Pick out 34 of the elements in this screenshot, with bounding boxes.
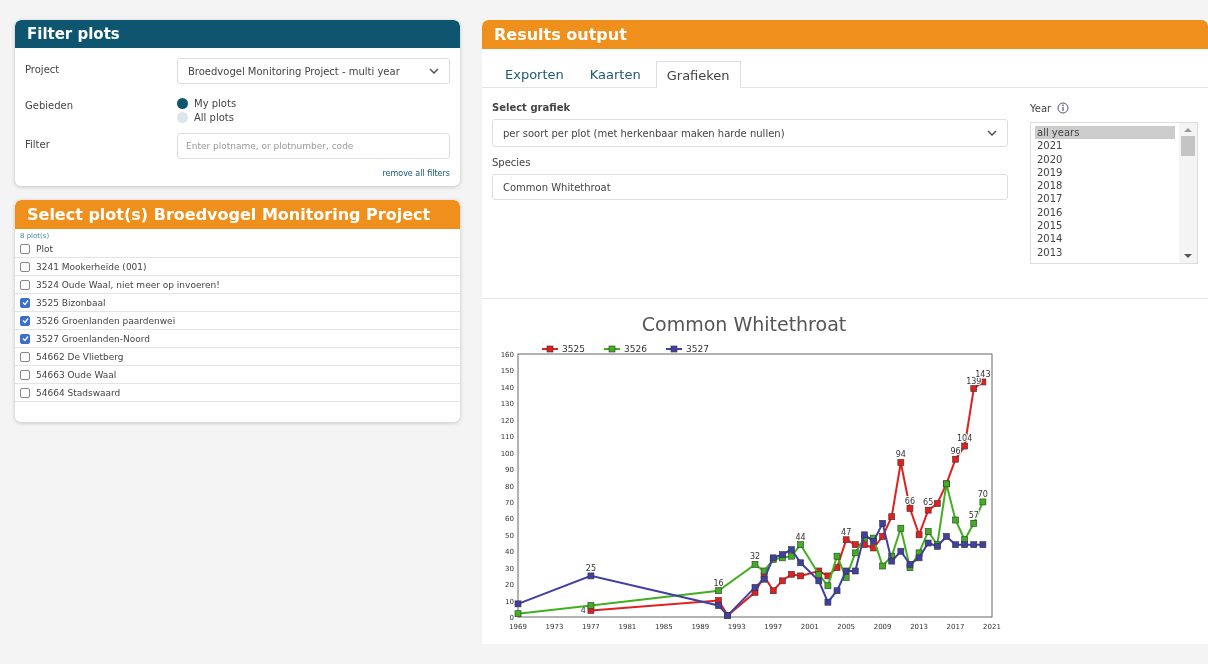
legend-label: 3526 [624, 344, 647, 354]
chart-title: Common Whitethroat [641, 313, 847, 335]
data-label: 25 [585, 563, 596, 573]
field-label: Select grafiek [492, 102, 572, 113]
field-label: Project [25, 63, 61, 75]
data-label: 70 [977, 489, 988, 499]
radio-label: My plots [194, 98, 237, 109]
plot-name: 54664 Stadswaard [36, 387, 121, 398]
field-label: Species [492, 157, 532, 168]
plot-name: 3526 Groenlanden paardenwei [36, 315, 176, 326]
field-label: Year [1030, 102, 1052, 114]
field-label: Gebieden [25, 99, 75, 111]
plot-name: 3527 Groenlanden-Noord [36, 333, 150, 344]
column-header: Plot [36, 243, 53, 254]
field-label: Filter [25, 138, 51, 150]
plot-name: 3241 Mookerheide (001) [36, 261, 147, 272]
data-label: 96 [950, 447, 961, 457]
data-label: 32 [749, 552, 761, 562]
data-label: 44 [795, 532, 806, 542]
panel-title: Results output [482, 20, 1208, 49]
plot-name: 3525 Bizonbaal [36, 297, 106, 308]
legend-label: 3525 [562, 344, 585, 354]
plot-name: 54663 Oude Waal [36, 369, 117, 380]
legend-label: 3527 [686, 344, 709, 354]
plot-name: 3524 Oude Waal, niet meer op invoeren! [36, 279, 220, 290]
plot-name: 54662 De Vlietberg [36, 351, 124, 362]
panel-title: Select plot(s) Broedvogel Monitoring Project [15, 200, 460, 229]
data-label: 143 [975, 369, 991, 379]
data-label: 94 [895, 450, 906, 460]
data-label: 16 [713, 578, 724, 588]
radio-label: All plots [194, 112, 234, 123]
data-label: 65 [923, 498, 934, 508]
panel-title: Filter plots [15, 20, 460, 48]
data-label: 47 [841, 527, 852, 537]
